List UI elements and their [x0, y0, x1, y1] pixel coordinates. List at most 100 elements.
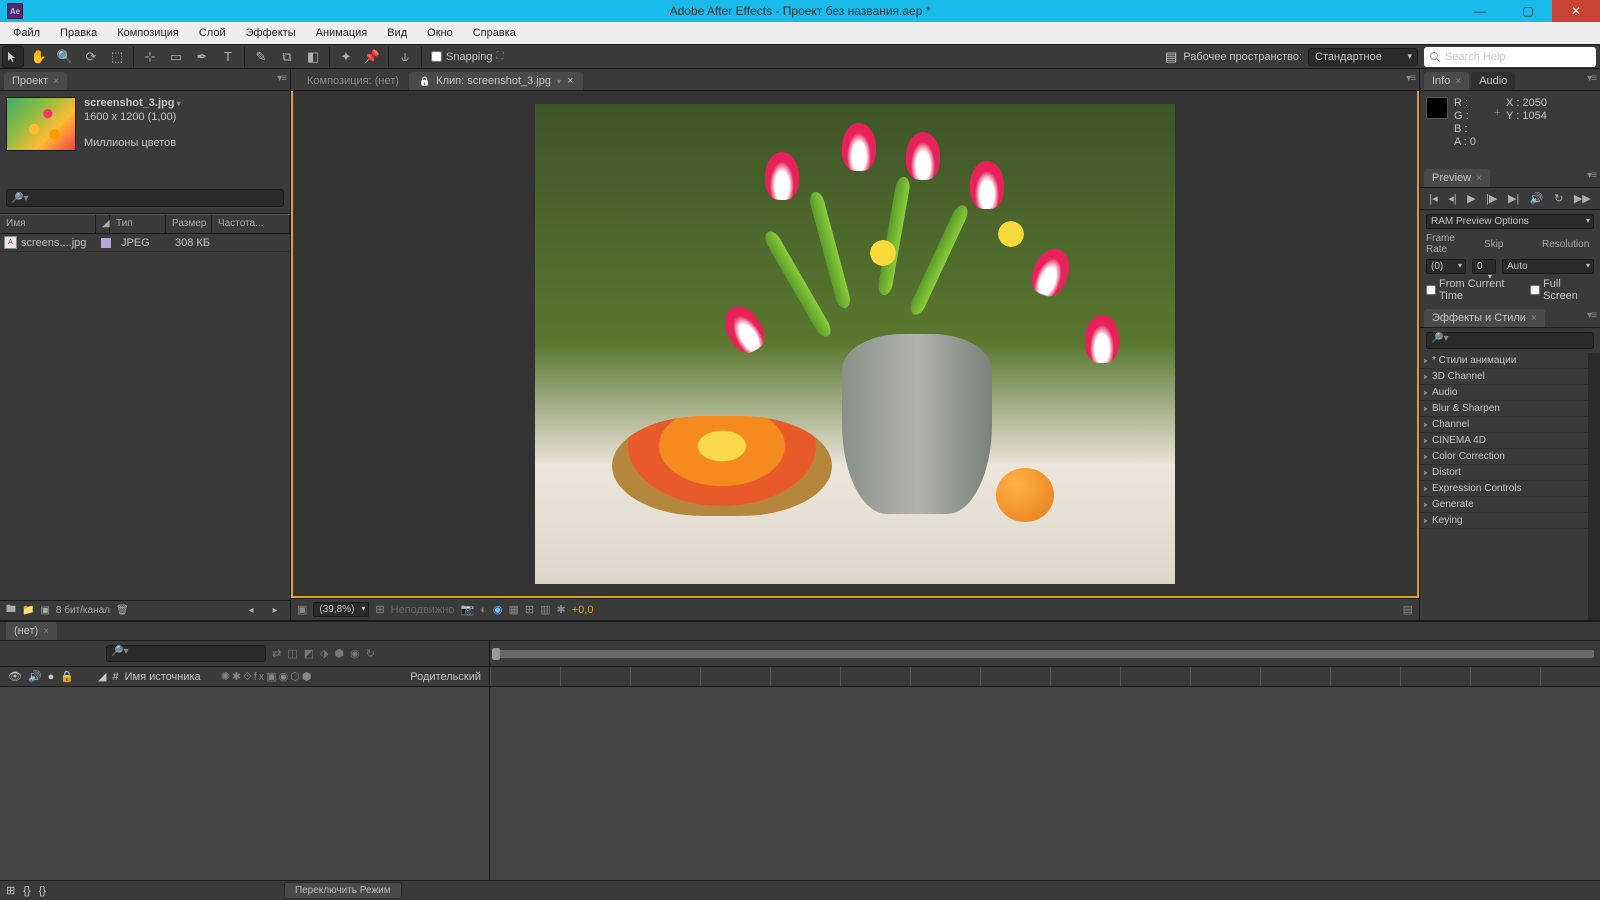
menu-anim[interactable]: Анимация	[306, 24, 378, 42]
preview-tab[interactable]: Preview×	[1424, 169, 1490, 187]
maximize-button[interactable]: ▢	[1504, 0, 1552, 22]
help-search[interactable]: Search Help	[1424, 47, 1596, 67]
shape-tool-icon[interactable]: ▭	[165, 46, 187, 68]
text-tool-icon[interactable]: T	[217, 46, 239, 68]
pen-tool-icon[interactable]: ✒	[191, 46, 213, 68]
channel-r-icon[interactable]: ◐	[480, 604, 487, 616]
menu-layer[interactable]: Слой	[189, 24, 236, 42]
frame-rate-dropdown[interactable]: (0)	[1426, 259, 1466, 274]
exposure-reset-icon[interactable]: ✱	[557, 603, 566, 616]
timeline-search[interactable]: 🔎▾	[106, 645, 266, 662]
tl-tool-icon[interactable]: ◉	[350, 647, 360, 660]
scrollbar[interactable]	[1588, 353, 1600, 620]
scroll-right-icon[interactable]: ▸	[266, 605, 284, 616]
tl-tool-icon[interactable]: ◫	[287, 647, 297, 660]
close-icon[interactable]: ×	[53, 76, 59, 87]
tl-tool-icon[interactable]: ⬗	[320, 647, 328, 660]
go-end-icon[interactable]: ▶|	[1508, 192, 1519, 205]
resolution-dropdown[interactable]: Auto	[1502, 259, 1594, 274]
eye-icon[interactable]: 👁	[8, 670, 22, 683]
effects-tab[interactable]: Эффекты и Стили×	[1424, 309, 1545, 327]
asset-name[interactable]: screenshot_3.jpg	[84, 97, 181, 109]
brace-icon[interactable]: {}	[23, 885, 30, 897]
anchor-tool-icon[interactable]: ⊹	[139, 46, 161, 68]
comp-tab-none[interactable]: Композиция: (нет)	[297, 72, 409, 90]
composition-viewer[interactable]	[291, 91, 1419, 598]
time-navigator[interactable]	[490, 641, 1600, 667]
col-name[interactable]: Имя	[0, 215, 96, 233]
menu-edit[interactable]: Правка	[50, 24, 107, 42]
go-start-icon[interactable]: |◂	[1429, 192, 1437, 205]
next-frame-icon[interactable]: |▶	[1486, 192, 1497, 205]
ram-preview-icon[interactable]: ▶▶	[1574, 192, 1591, 205]
bit-depth[interactable]: 8 бит/канал	[56, 605, 110, 616]
time-ruler[interactable]	[490, 667, 1600, 687]
fx-category[interactable]: Distort	[1420, 465, 1588, 481]
fx-category[interactable]: Color Correction	[1420, 449, 1588, 465]
speaker-icon[interactable]: 🔊	[28, 670, 42, 683]
col-label-icon[interactable]: ◢	[96, 215, 110, 233]
grid-icon[interactable]: ⊞	[525, 603, 534, 616]
guides-icon[interactable]: ▥	[540, 603, 550, 616]
solo-icon[interactable]: ●	[48, 671, 55, 683]
brush-tool-icon[interactable]: ✎	[250, 46, 272, 68]
fx-category[interactable]: 3D Channel	[1420, 369, 1588, 385]
workspace-dropdown[interactable]: Стандартное	[1308, 48, 1418, 66]
comp-tab-clip[interactable]: Клип: screenshot_3.jpg▾×	[409, 72, 584, 90]
menu-file[interactable]: Файл	[3, 24, 50, 42]
minimize-button[interactable]: —	[1456, 0, 1504, 22]
from-current-toggle[interactable]: From Current Time	[1426, 278, 1524, 302]
mask-mode-icon[interactable]: ▤	[1165, 49, 1177, 65]
stamp-tool-icon[interactable]: ⧉	[276, 46, 298, 68]
layer-area[interactable]	[0, 687, 489, 880]
skip-dropdown[interactable]: 0	[1472, 259, 1496, 274]
brace-icon[interactable]: {}	[39, 885, 46, 897]
col-size[interactable]: Размер	[166, 215, 212, 233]
track-area[interactable]	[490, 687, 1600, 880]
mute-icon[interactable]: 🔊	[1530, 192, 1544, 205]
audio-tab[interactable]: Audio	[1471, 72, 1515, 90]
interpret-icon[interactable]: 🖿	[6, 602, 16, 619]
channel-rgb-icon[interactable]: ◉	[493, 603, 503, 616]
mask-icon[interactable]: ▦	[508, 603, 518, 616]
panel-menu-icon[interactable]: ▾≡	[1587, 73, 1596, 84]
menu-view[interactable]: Вид	[377, 24, 417, 42]
new-comp-icon[interactable]: ▣	[40, 605, 49, 616]
always-preview-icon[interactable]: ▣	[297, 603, 307, 616]
close-icon[interactable]: ×	[1455, 76, 1461, 87]
fx-category[interactable]: Audio	[1420, 385, 1588, 401]
close-icon[interactable]: ×	[1476, 173, 1482, 184]
toggle-mode-button[interactable]: Переключить Режим	[284, 882, 402, 899]
trash-icon[interactable]: 🗑	[116, 605, 129, 616]
rotate-tool-icon[interactable]: ⟳	[80, 46, 102, 68]
close-icon[interactable]: ×	[43, 626, 49, 637]
fx-category[interactable]: Channel	[1420, 417, 1588, 433]
fx-category[interactable]: CINEMA 4D	[1420, 433, 1588, 449]
project-tab[interactable]: Проект×	[4, 72, 67, 90]
eraser-tool-icon[interactable]: ◧	[302, 46, 324, 68]
menu-window[interactable]: Окно	[417, 24, 463, 42]
lock-icon[interactable]: 🔒	[60, 670, 74, 683]
panel-menu-icon[interactable]: ▾≡	[1587, 310, 1596, 321]
fx-category[interactable]: Keying	[1420, 513, 1588, 529]
timeline-tab[interactable]: (нет)×	[6, 622, 57, 640]
snap-opts-icon[interactable]: ⛶	[497, 51, 504, 62]
project-search[interactable]: 🔎▾	[6, 189, 284, 207]
new-folder-icon[interactable]: 📁	[22, 605, 34, 616]
pixel-aspect-icon[interactable]: ▤	[1403, 603, 1413, 616]
camera-tool-icon[interactable]: ⬚	[106, 46, 128, 68]
full-screen-toggle[interactable]: Full Screen	[1530, 278, 1594, 302]
puppet-tool-icon[interactable]: 📌	[361, 46, 383, 68]
exposure-value[interactable]: +0,0	[572, 604, 594, 616]
close-icon[interactable]: ×	[1531, 313, 1537, 324]
tl-tool-icon[interactable]: ◩	[304, 647, 314, 660]
fx-category[interactable]: Generate	[1420, 497, 1588, 513]
close-icon[interactable]: ×	[567, 75, 573, 87]
fx-category[interactable]: Blur & Sharpen	[1420, 401, 1588, 417]
col-freq[interactable]: Частота...	[212, 215, 290, 233]
tl-tool-icon[interactable]: ⬢	[335, 647, 345, 660]
ram-preview-dropdown[interactable]: RAM Preview Options	[1426, 214, 1594, 229]
menu-help[interactable]: Справка	[463, 24, 526, 42]
label-chip[interactable]	[101, 238, 111, 248]
tl-tool-icon[interactable]: ↻	[366, 647, 375, 660]
